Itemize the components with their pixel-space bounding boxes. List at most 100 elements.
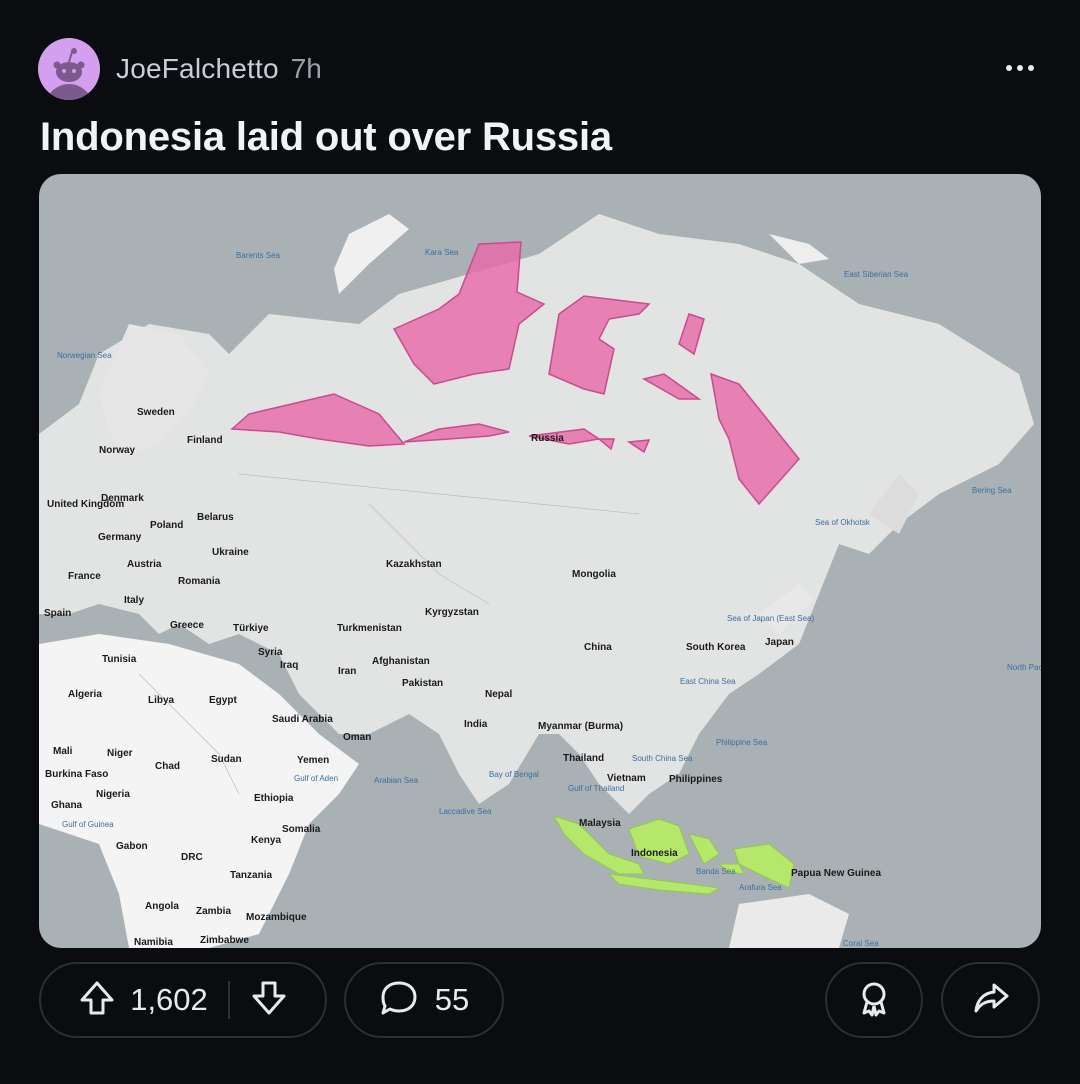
country-label: Mongolia bbox=[572, 569, 616, 580]
country-label: Turkmenistan bbox=[337, 623, 402, 634]
country-label: Denmark bbox=[101, 493, 144, 504]
country-label: Zambia bbox=[196, 906, 232, 917]
country-label: Germany bbox=[98, 532, 142, 543]
award-button[interactable] bbox=[825, 962, 923, 1038]
map-graphic bbox=[39, 214, 1034, 948]
downvote-icon[interactable] bbox=[250, 979, 288, 1022]
country-label: Libya bbox=[148, 695, 175, 706]
country-label: China bbox=[584, 642, 612, 653]
sea-label: North Pacific Ocean bbox=[1007, 663, 1041, 672]
novaya-zemlya-landmass bbox=[334, 214, 409, 294]
country-label: Romania bbox=[178, 576, 221, 587]
country-label: Kyrgyzstan bbox=[425, 607, 479, 618]
country-label: Poland bbox=[150, 520, 184, 531]
vote-control: 1,602 bbox=[39, 962, 327, 1038]
country-label: Papua New Guinea bbox=[791, 868, 882, 879]
country-label: Iran bbox=[338, 666, 357, 677]
country-label: Afghanistan bbox=[372, 656, 430, 667]
country-label: Belarus bbox=[197, 512, 234, 523]
vote-divider bbox=[227, 981, 230, 1019]
country-label: Russia bbox=[531, 433, 564, 444]
country-label: France bbox=[68, 571, 101, 582]
country-label: Chad bbox=[155, 761, 180, 772]
share-icon bbox=[972, 979, 1010, 1022]
sea-label: Coral Sea bbox=[843, 939, 879, 948]
country-label: Ghana bbox=[51, 800, 83, 811]
sea-label: South China Sea bbox=[632, 754, 693, 763]
country-label: Tunisia bbox=[102, 654, 137, 665]
country-label: DRC bbox=[181, 852, 203, 863]
vote-count: 1,602 bbox=[130, 982, 208, 1017]
country-label: Egypt bbox=[209, 695, 237, 706]
country-label: Nigeria bbox=[96, 789, 130, 800]
award-icon bbox=[855, 979, 893, 1022]
country-label: Nepal bbox=[485, 689, 513, 700]
country-label: Oman bbox=[343, 732, 372, 743]
country-label: Tanzania bbox=[230, 870, 273, 881]
country-label: Ethiopia bbox=[254, 793, 294, 804]
sea-label: Kara Sea bbox=[425, 248, 459, 257]
comment-count: 55 bbox=[434, 982, 470, 1017]
country-label: Philippines bbox=[669, 774, 723, 785]
sea-label: Banda Sea bbox=[696, 867, 736, 876]
sea-label: Sea of Okhotsk bbox=[815, 518, 870, 527]
country-label: Austria bbox=[127, 559, 162, 570]
sea-label: Arabian Sea bbox=[374, 776, 419, 785]
country-label: India bbox=[464, 719, 488, 730]
post-title: Indonesia laid out over Russia bbox=[40, 115, 612, 159]
country-label: Ukraine bbox=[212, 547, 249, 558]
sea-label: East Siberian Sea bbox=[844, 270, 909, 279]
country-label: Myanmar (Burma) bbox=[538, 721, 624, 732]
country-label: Greece bbox=[170, 620, 204, 631]
country-label: Malaysia bbox=[579, 818, 621, 829]
post-author[interactable]: JoeFalchetto bbox=[116, 53, 279, 85]
country-label: Japan bbox=[765, 637, 794, 648]
post-image-map[interactable]: Sweden Finland Norway United Kingdom Denmark… bbox=[39, 174, 1041, 948]
country-label: Mali bbox=[53, 746, 73, 757]
country-label: Indonesia bbox=[631, 848, 678, 859]
country-label: Italy bbox=[124, 595, 145, 606]
sea-label: Barents Sea bbox=[236, 251, 281, 260]
post-time: 7h bbox=[290, 53, 322, 84]
sea-label: Gulf of Aden bbox=[294, 774, 339, 783]
country-label: Norway bbox=[99, 445, 136, 456]
sea-label: Bering Sea bbox=[972, 486, 1012, 495]
country-label: Saudi Arabia bbox=[272, 714, 333, 725]
sea-label: Philippine Sea bbox=[716, 738, 768, 747]
user-avatar[interactable] bbox=[38, 38, 100, 100]
comment-icon bbox=[379, 978, 419, 1023]
country-label: Namibia bbox=[134, 937, 173, 948]
country-label: Niger bbox=[107, 748, 133, 759]
country-label: Angola bbox=[145, 901, 179, 912]
reddit-snoo-icon bbox=[46, 48, 92, 100]
sea-label: Laccadive Sea bbox=[439, 807, 492, 816]
upvote-icon[interactable] bbox=[78, 979, 116, 1022]
country-label: Türkiye bbox=[233, 623, 269, 634]
sea-label: Bay of Bengal bbox=[489, 770, 539, 779]
sea-label: Gulf of Guinea bbox=[62, 820, 114, 829]
country-label: Gabon bbox=[116, 841, 148, 852]
country-label: Sudan bbox=[211, 754, 242, 765]
sea-label: Gulf of Thailand bbox=[568, 784, 625, 793]
country-label: Pakistan bbox=[402, 678, 444, 689]
country-label: Finland bbox=[187, 435, 223, 446]
australia-landmass bbox=[729, 894, 849, 948]
country-label: Syria bbox=[258, 647, 283, 658]
country-label: Kazakhstan bbox=[386, 559, 442, 570]
country-label: Mozambique bbox=[246, 912, 307, 923]
sea-label: Sea of Japan (East Sea) bbox=[727, 614, 815, 623]
post-header: JoeFalchetto 7h bbox=[38, 38, 322, 100]
comments-button[interactable]: 55 bbox=[344, 962, 504, 1038]
country-label: Burkina Faso bbox=[45, 769, 109, 780]
country-label: Iraq bbox=[280, 660, 299, 671]
share-button[interactable] bbox=[941, 962, 1040, 1038]
country-label: Zimbabwe bbox=[200, 935, 249, 946]
country-label: South Korea bbox=[686, 642, 746, 653]
country-label: Algeria bbox=[68, 689, 102, 700]
country-label: Yemen bbox=[297, 755, 330, 766]
country-label: Spain bbox=[44, 608, 72, 619]
country-label: Somalia bbox=[282, 824, 321, 835]
country-label: Kenya bbox=[251, 835, 282, 846]
more-options-icon[interactable] bbox=[1000, 54, 1040, 82]
sea-label: East China Sea bbox=[680, 677, 736, 686]
